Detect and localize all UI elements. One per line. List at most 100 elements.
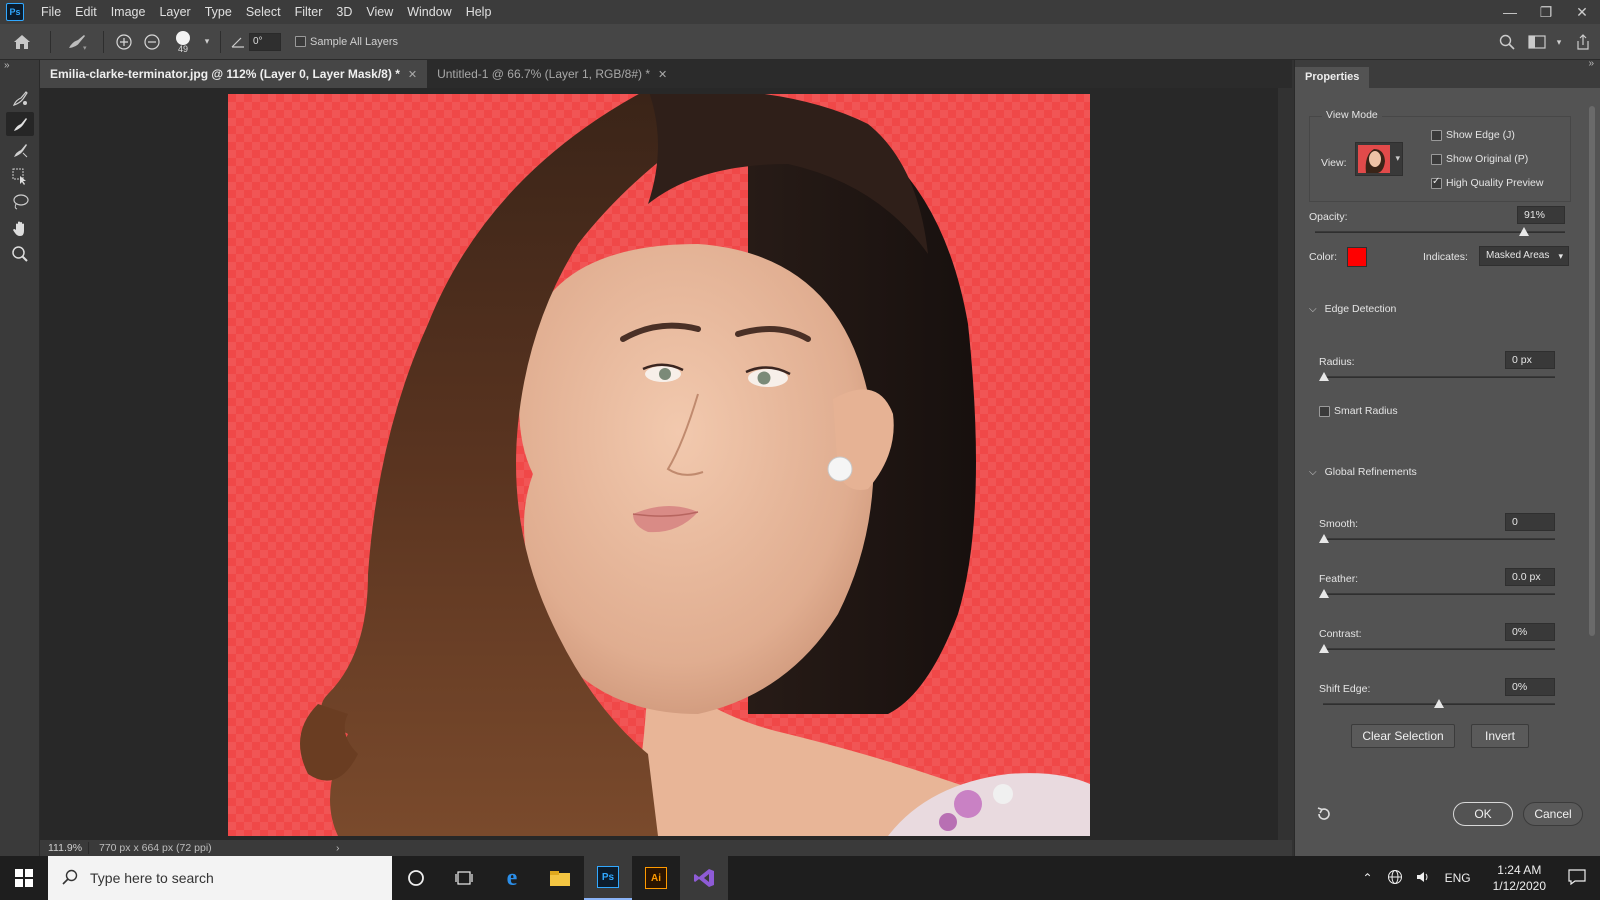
clock[interactable]: 1:24 AM 1/12/2020 (1493, 862, 1546, 894)
visual-studio-icon[interactable] (680, 856, 728, 900)
edge-detection-section[interactable]: ⌵ Edge Detection (1309, 303, 1396, 315)
checkbox-box[interactable] (295, 36, 306, 47)
brush-tool-icon[interactable] (6, 112, 34, 136)
object-selection-tool-icon[interactable] (6, 164, 34, 188)
indicates-dropdown[interactable]: Masked Areas ▾ (1479, 246, 1569, 266)
smooth-slider-thumb[interactable] (1319, 534, 1329, 543)
add-to-selection-icon[interactable] (110, 33, 138, 51)
feather-field[interactable]: 0.0 px (1505, 568, 1555, 586)
show-edge-checkbox[interactable]: Show Edge (J) (1431, 129, 1515, 141)
hand-tool-icon[interactable] (6, 216, 34, 240)
language-indicator[interactable]: ENG (1445, 871, 1471, 885)
scrollbar-thumb[interactable] (1589, 106, 1595, 636)
network-globe-icon[interactable] (1387, 869, 1403, 888)
menu-edit[interactable]: Edit (68, 5, 104, 19)
overlay-color-swatch[interactable] (1347, 247, 1367, 267)
canvas-scrollbar[interactable] (1278, 88, 1292, 840)
checkbox-box[interactable] (1431, 176, 1442, 189)
minimize-button[interactable]: — (1492, 0, 1528, 24)
restore-button[interactable]: ❐ (1528, 0, 1564, 24)
brush-preset-icon[interactable]: ▾ (57, 33, 97, 51)
show-original-checkbox[interactable]: Show Original (P) (1431, 153, 1528, 165)
opacity-slider-thumb[interactable] (1519, 227, 1529, 236)
smooth-slider[interactable] (1323, 538, 1555, 540)
close-button[interactable]: ✕ (1564, 0, 1600, 24)
tab-untitled-1[interactable]: Untitled-1 @ 66.7% (Layer 1, RGB/8#) * ✕ (427, 60, 677, 88)
menu-3d[interactable]: 3D (329, 5, 359, 19)
zoom-tool-icon[interactable] (6, 242, 34, 266)
collapse-panel-icon[interactable]: » (1588, 58, 1594, 69)
photoshop-taskbar-icon[interactable]: Ps (584, 856, 632, 900)
checkbox-box[interactable] (1431, 153, 1442, 165)
radius-slider-thumb[interactable] (1319, 372, 1329, 381)
menu-image[interactable]: Image (104, 5, 153, 19)
properties-tab[interactable]: Properties (1295, 67, 1370, 88)
home-icon[interactable] (0, 34, 44, 50)
radius-field[interactable]: 0 px (1505, 351, 1555, 369)
brush-angle-field[interactable]: 0° (249, 32, 281, 51)
chevron-down-icon: ⌵ (1309, 303, 1317, 315)
portrait-photo (300, 94, 1090, 836)
tab-emilia-clarke[interactable]: Emilia-clarke-terminator.jpg @ 112% (Lay… (40, 60, 428, 88)
document-canvas[interactable] (228, 94, 1090, 836)
object-selection-brush-icon[interactable] (6, 138, 34, 162)
start-button[interactable] (0, 856, 48, 900)
status-bar: 111.9% 770 px x 664 px (72 ppi) › (40, 840, 1292, 856)
taskbar-search-box[interactable]: Type here to search (48, 856, 392, 900)
feather-slider-thumb[interactable] (1319, 589, 1329, 598)
ok-button[interactable]: OK (1453, 802, 1513, 826)
cancel-button[interactable]: Cancel (1523, 802, 1583, 826)
file-explorer-icon[interactable] (536, 856, 584, 900)
smooth-field[interactable]: 0 (1505, 513, 1555, 531)
clear-selection-button[interactable]: Clear Selection (1351, 724, 1455, 748)
expand-panel-icon[interactable]: » (4, 60, 10, 71)
view-mode-dropdown[interactable]: ▾ (1355, 142, 1403, 176)
smart-radius-checkbox[interactable]: Smart Radius (1319, 405, 1398, 417)
close-tab-icon[interactable]: ✕ (658, 68, 667, 81)
workspace-chevron-icon[interactable]: ▾ (1552, 37, 1566, 48)
menu-window[interactable]: Window (400, 5, 458, 19)
opacity-field[interactable]: 91% (1517, 206, 1565, 224)
invert-button[interactable]: Invert (1471, 724, 1529, 748)
task-view-icon[interactable] (440, 856, 488, 900)
panel-scrollbar[interactable] (1587, 100, 1597, 840)
reset-icon[interactable] (1315, 805, 1333, 826)
menu-view[interactable]: View (359, 5, 400, 19)
volume-icon[interactable] (1415, 869, 1431, 888)
menu-file[interactable]: File (34, 5, 68, 19)
sample-all-layers-checkbox[interactable]: Sample All Layers (295, 36, 398, 48)
zoom-level-field[interactable]: 111.9% (40, 842, 88, 854)
menu-layer[interactable]: Layer (152, 5, 197, 19)
sample-all-layers-label: Sample All Layers (310, 35, 399, 48)
action-center-icon[interactable] (1568, 868, 1586, 888)
subtract-from-selection-icon[interactable] (138, 33, 166, 51)
show-hidden-icons-icon[interactable]: ⌃ (1363, 871, 1373, 885)
feather-slider[interactable] (1323, 593, 1555, 595)
contrast-field[interactable]: 0% (1505, 623, 1555, 641)
illustrator-taskbar-icon[interactable]: Ai (632, 856, 680, 900)
menu-help[interactable]: Help (459, 5, 499, 19)
lasso-tool-icon[interactable] (6, 190, 34, 214)
radius-slider[interactable] (1323, 376, 1555, 378)
contrast-slider-thumb[interactable] (1319, 644, 1329, 653)
search-icon[interactable] (1492, 34, 1522, 50)
workspace-icon[interactable] (1522, 35, 1552, 49)
refine-edge-brush-tool-icon[interactable] (6, 86, 34, 110)
high-quality-preview-checkbox[interactable]: High Quality Preview (1431, 176, 1543, 189)
close-tab-icon[interactable]: ✕ (408, 68, 417, 81)
global-refinements-section[interactable]: ⌵ Global Refinements (1309, 466, 1417, 478)
chevron-down-icon[interactable]: ▾ (200, 36, 214, 47)
menu-select[interactable]: Select (239, 5, 288, 19)
brush-size-picker[interactable]: 49 (166, 29, 200, 54)
menu-type[interactable]: Type (198, 5, 239, 19)
checkbox-box[interactable] (1319, 405, 1330, 417)
share-icon[interactable] (1566, 34, 1600, 50)
edge-browser-icon[interactable]: e (488, 856, 536, 900)
cortana-icon[interactable] (392, 856, 440, 900)
status-expand-icon[interactable]: › (336, 842, 340, 854)
checkbox-box[interactable] (1431, 129, 1442, 141)
shift-edge-slider-thumb[interactable] (1434, 699, 1444, 708)
contrast-slider[interactable] (1323, 648, 1555, 650)
shift-edge-field[interactable]: 0% (1505, 678, 1555, 696)
menu-filter[interactable]: Filter (288, 5, 330, 19)
